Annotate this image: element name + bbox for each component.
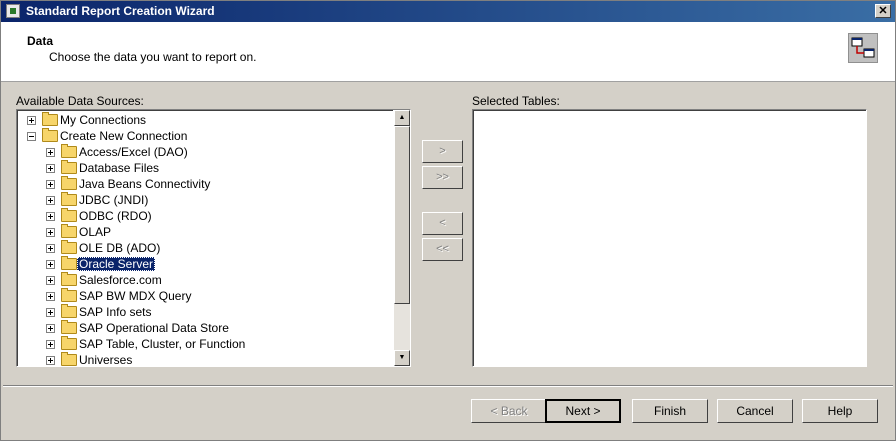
app-icon	[6, 4, 20, 18]
tree-node-label: SAP Operational Data Store	[79, 321, 229, 335]
folder-icon	[61, 240, 77, 254]
expand-plus-icon[interactable]	[46, 340, 55, 349]
tree-node-label: SAP Info sets	[79, 305, 152, 319]
help-button[interactable]: Help	[802, 399, 878, 423]
wizard-header: Data Choose the data you want to report …	[1, 22, 895, 82]
folder-icon	[61, 208, 77, 222]
page-subtitle: Choose the data you want to report on.	[49, 50, 257, 64]
remove-all-button[interactable]: <<	[422, 238, 463, 261]
expand-plus-icon[interactable]	[46, 292, 55, 301]
expand-plus-icon[interactable]	[46, 180, 55, 189]
tree-node-label: JDBC (JNDI)	[79, 193, 149, 207]
tree-node-label: Universes	[79, 353, 133, 367]
scroll-thumb[interactable]	[394, 126, 410, 304]
footer-divider	[3, 385, 893, 387]
expand-plus-icon[interactable]	[46, 164, 55, 173]
tree-viewport: My Connections Create New Connection Acces…	[17, 110, 393, 366]
tree-node-label: SAP Table, Cluster, or Function	[79, 337, 246, 351]
tree-node-label: Access/Excel (DAO)	[79, 145, 188, 159]
remove-one-label: <	[439, 217, 446, 229]
selected-tables-label: Selected Tables:	[472, 94, 560, 108]
selected-tables-list[interactable]	[472, 109, 867, 367]
expand-plus-icon[interactable]	[46, 276, 55, 285]
expand-plus-icon[interactable]	[46, 244, 55, 253]
tree-scrollbar[interactable]: ▲ ▼	[394, 110, 410, 366]
expand-plus-icon[interactable]	[46, 324, 55, 333]
expand-plus-icon[interactable]	[27, 116, 36, 125]
next-button[interactable]: Next >	[545, 399, 621, 423]
folder-icon	[61, 304, 77, 318]
remove-one-button[interactable]: <	[422, 212, 463, 235]
scroll-up-button[interactable]: ▲	[394, 110, 410, 126]
window-title: Standard Report Creation Wizard	[26, 4, 215, 18]
finish-button[interactable]: Finish	[632, 399, 708, 423]
expand-plus-icon[interactable]	[46, 196, 55, 205]
scroll-down-button[interactable]: ▼	[394, 350, 410, 366]
folder-icon	[61, 224, 77, 238]
expand-plus-icon[interactable]	[46, 228, 55, 237]
data-sources-tree[interactable]: My Connections Create New Connection Acces…	[16, 109, 411, 367]
collapse-minus-icon[interactable]	[27, 132, 36, 141]
expand-plus-icon[interactable]	[46, 356, 55, 365]
tree-node-label: My Connections	[60, 113, 147, 127]
tree-node-label: OLAP	[79, 225, 112, 239]
remove-all-label: <<	[436, 243, 449, 255]
tree-node-label: Java Beans Connectivity	[79, 177, 211, 191]
close-button[interactable]: ✕	[875, 4, 891, 18]
add-one-button[interactable]: >	[422, 140, 463, 163]
tree-node-label: Oracle Server	[77, 257, 156, 271]
tree-node-label: Database Files	[79, 161, 160, 175]
tree-node-label: OLE DB (ADO)	[79, 241, 161, 255]
folder-icon	[61, 352, 77, 366]
tree-node-label: SAP BW MDX Query	[79, 289, 192, 303]
page-title: Data	[27, 34, 54, 48]
add-all-button[interactable]: >>	[422, 166, 463, 189]
folder-icon	[61, 192, 77, 206]
cancel-button[interactable]: Cancel	[717, 399, 793, 423]
wizard-window: Standard Report Creation Wizard ✕ Data C…	[0, 0, 896, 441]
tree-node-label: Salesforce.com	[79, 273, 162, 287]
available-data-sources-label: Available Data Sources:	[16, 94, 144, 108]
title-bar[interactable]: Standard Report Creation Wizard ✕	[1, 1, 895, 22]
folder-icon	[61, 176, 77, 190]
back-button[interactable]: < Back	[471, 399, 547, 423]
expand-plus-icon[interactable]	[46, 260, 55, 269]
tree-node-label: ODBC (RDO)	[79, 209, 152, 223]
folder-icon	[61, 272, 77, 286]
data-link-icon	[848, 33, 878, 63]
expand-plus-icon[interactable]	[46, 148, 55, 157]
folder-icon	[42, 112, 58, 126]
tree-node-label: Create New Connection	[60, 129, 188, 143]
folder-icon	[61, 336, 77, 350]
folder-icon	[61, 288, 77, 302]
folder-icon	[61, 144, 77, 158]
expand-plus-icon[interactable]	[46, 212, 55, 221]
folder-icon	[61, 320, 77, 334]
add-all-label: >>	[436, 171, 449, 183]
add-one-label: >	[439, 145, 446, 157]
folder-icon	[42, 128, 58, 142]
folder-icon	[61, 256, 77, 270]
expand-plus-icon[interactable]	[46, 308, 55, 317]
folder-icon	[61, 160, 77, 174]
